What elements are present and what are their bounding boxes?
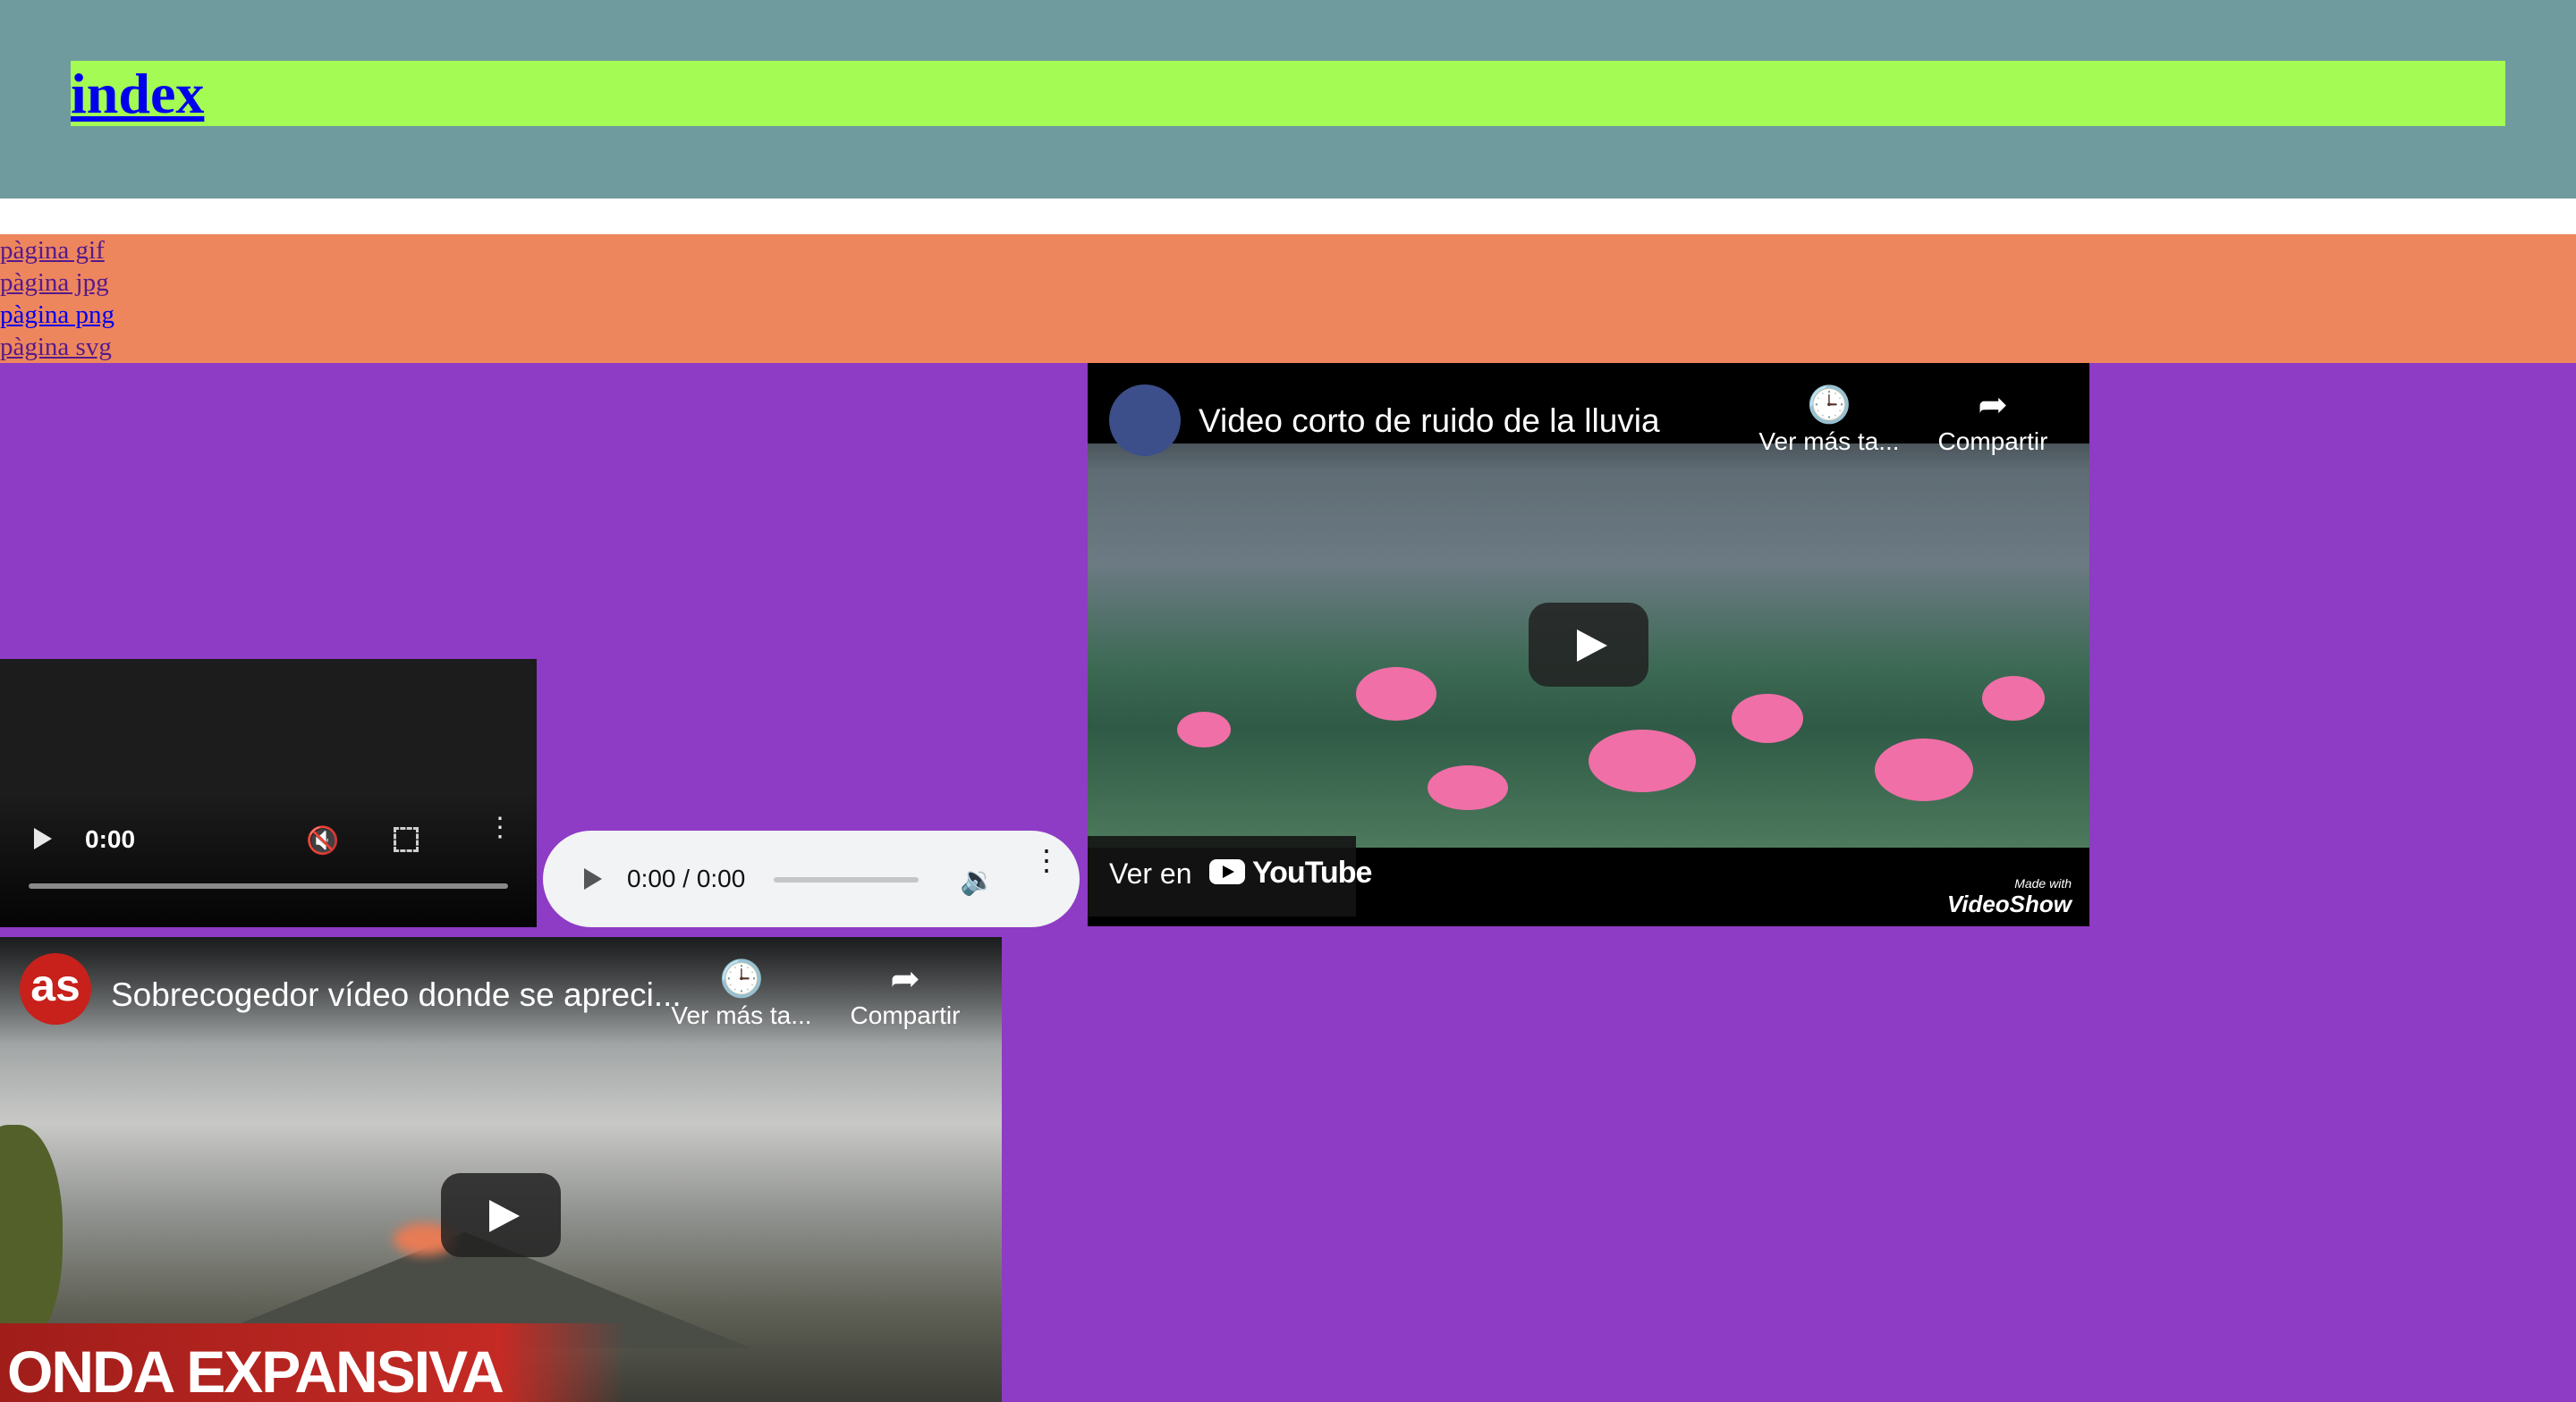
nav-link-svg[interactable]: pàgina svg [0,331,2576,363]
youtube-wordmark: YouTube [1252,856,1372,890]
more-options-icon[interactable]: ⋮ [1032,846,1061,874]
lotus-shape [1982,676,2045,721]
video-title[interactable]: Video corto de ruido de la lluvia [1199,402,1660,440]
youtube-embed-rain[interactable]: Video corto de ruido de la lluvia 🕒 Ver … [1088,363,2089,926]
volume-icon[interactable]: 🔉 [960,863,996,897]
title-bar [71,61,2505,126]
play-button-icon[interactable] [441,1173,561,1257]
made-with-watermark: Made with VideoShow [1947,876,2072,918]
nav-link-png[interactable]: pàgina png [0,299,2576,331]
made-with-label: Made with [2014,876,2072,891]
audio-player[interactable]: 0:00 / 0:00 🔉 ⋮ [543,831,1080,927]
share-button[interactable]: ➦ Compartir [825,957,986,1030]
lotus-shape [1177,712,1231,747]
more-options-icon[interactable]: ⋮ [487,815,513,841]
audio-progress-bar[interactable] [774,877,919,883]
channel-logo[interactable]: as [20,953,91,1025]
share-label: Compartir [850,1001,961,1029]
nav-menu: pàgina gif pàgina jpg pàgina png pàgina … [0,234,2576,363]
video-gradient [0,793,537,927]
nav-link-gif[interactable]: pàgina gif [0,234,2576,266]
made-with-brand: VideoShow [1946,891,2072,917]
nav-link-jpg[interactable]: pàgina jpg [0,266,2576,299]
audio-time: 0:00 / 0:00 [627,865,746,892]
watch-on-label: Ver en [1109,857,1192,890]
share-button[interactable]: ➦ Compartir [1912,383,2073,456]
watch-later-label: Ver más ta... [1758,427,1900,455]
video-time: 0:00 [85,825,136,853]
play-icon[interactable] [584,868,602,890]
fullscreen-icon[interactable] [394,827,419,852]
tree-shape [0,1125,63,1348]
watch-later-button[interactable]: 🕒 Ver más ta... [1749,383,1910,456]
lotus-shape [1875,739,1973,801]
channel-avatar[interactable] [1109,384,1181,456]
clock-icon: 🕒 [719,959,764,999]
lotus-shape [1428,765,1508,810]
share-icon: ➦ [1978,385,2008,425]
play-icon[interactable] [34,828,52,849]
header: index [0,0,2576,198]
watch-later-button[interactable]: 🕒 Ver más ta... [661,957,822,1030]
muted-icon[interactable]: 🔇 [306,825,339,857]
play-button-icon[interactable] [1529,603,1648,687]
video-title[interactable]: Sobrecogedor vídeo donde se apreci... [111,976,682,1014]
video-player[interactable]: 0:00 🔇 ⋮ [0,659,537,927]
watch-later-label: Ver más ta... [671,1001,812,1029]
divider [0,198,2576,234]
lotus-shape [1732,694,1803,743]
share-label: Compartir [1937,427,2048,455]
youtube-logo-icon [1209,859,1245,884]
index-link[interactable]: index [71,61,204,126]
clock-icon: 🕒 [1807,385,1852,425]
lotus-shape [1356,667,1436,721]
video-progress-bar[interactable] [29,883,508,889]
watch-on-youtube-button[interactable]: Ver en YouTube [1088,836,1372,916]
share-icon: ➦ [890,959,920,999]
banner-text: ONDA EXPANSIVA [7,1339,504,1402]
lotus-shape [1589,730,1696,792]
youtube-embed-volcano[interactable]: as Sobrecogedor vídeo donde se apreci...… [0,937,1002,1402]
